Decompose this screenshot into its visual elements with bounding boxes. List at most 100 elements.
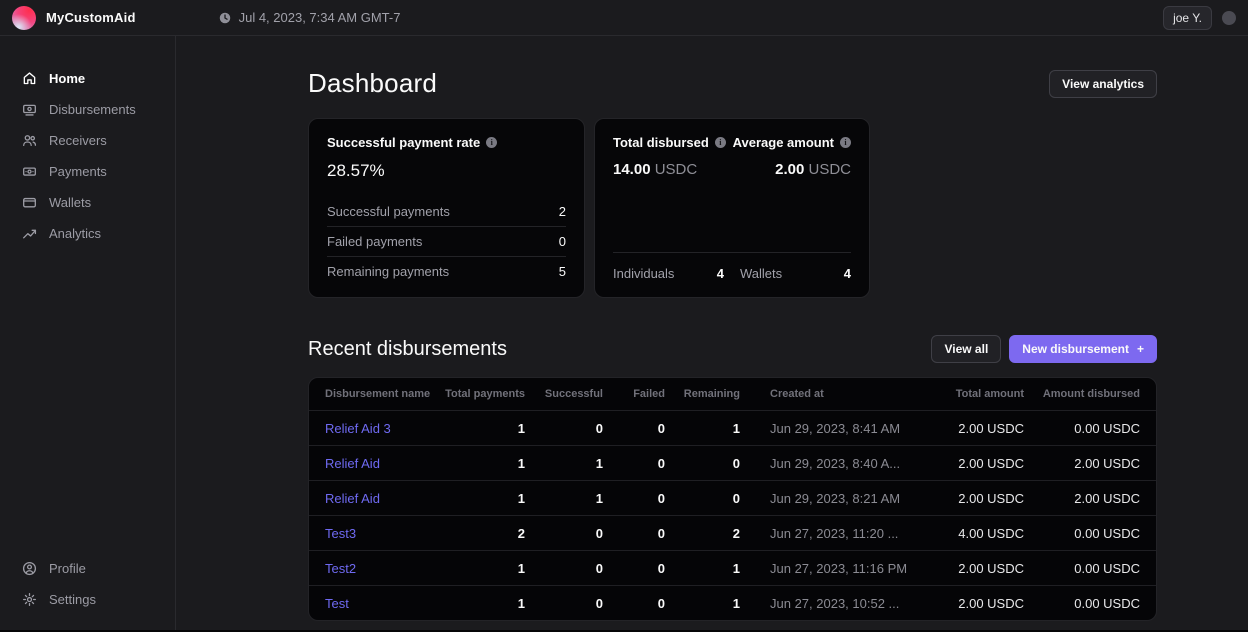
- home-icon: [22, 71, 37, 86]
- column-header-successful: Successful: [525, 388, 603, 400]
- individuals-stat: Individuals 4: [613, 266, 724, 281]
- sidebar-item-payments[interactable]: Payments: [0, 159, 175, 184]
- disbursement-name-link[interactable]: Relief Aid: [325, 491, 445, 506]
- amount-disbursed-cell: 0.00 USDC: [1024, 421, 1140, 436]
- sidebar-item-label: Wallets: [49, 195, 91, 210]
- table-row: Relief Aid 3 1 0 0 1 Jun 29, 2023, 8:41 …: [309, 410, 1156, 445]
- column-header-remaining: Remaining: [665, 388, 740, 400]
- column-header-created-at: Created at: [740, 388, 914, 400]
- disbursements-table: Disbursement name Total payments Success…: [308, 377, 1157, 621]
- total-payments-cell: 1: [445, 456, 525, 471]
- total-disbursed-title: Total disbursed i: [613, 135, 726, 150]
- total-disbursed-currency: USDC: [655, 161, 698, 178]
- sidebar-item-profile[interactable]: Profile: [0, 556, 175, 581]
- sidebar-item-label: Profile: [49, 561, 86, 576]
- user-menu-button[interactable]: joe Y.: [1163, 6, 1212, 30]
- created-at-cell: Jun 27, 2023, 11:16 PM: [740, 561, 914, 576]
- total-payments-cell: 1: [445, 421, 525, 436]
- info-icon[interactable]: i: [715, 137, 726, 148]
- main-content: Dashboard View analytics Successful paym…: [176, 36, 1248, 632]
- average-amount-block: Average amount i 2.00 USDC: [733, 135, 851, 178]
- app-window: MyCustomAid Jul 4, 2023, 7:34 AM GMT-7 j…: [0, 0, 1248, 632]
- sidebar-item-label: Receivers: [49, 133, 107, 148]
- totals-top: Total disbursed i 14.00 USDC Average amo…: [613, 135, 851, 178]
- summary-cards: Successful payment rate i 28.57% Success…: [308, 118, 1157, 298]
- sidebar-item-analytics[interactable]: Analytics: [0, 221, 175, 246]
- successful-cell: 0: [525, 561, 603, 576]
- payment-rate-card: Successful payment rate i 28.57% Success…: [308, 118, 585, 298]
- sidebar-item-label: Settings: [49, 592, 96, 607]
- failed-cell: 0: [603, 491, 665, 506]
- sidebar-item-label: Home: [49, 71, 85, 86]
- table-row: Test3 2 0 0 2 Jun 27, 2023, 11:20 ... 4.…: [309, 515, 1156, 550]
- disbursements-icon: [22, 102, 37, 117]
- total-payments-cell: 1: [445, 596, 525, 611]
- payment-rate-stats: Successful payments 2 Failed payments 0 …: [327, 197, 566, 286]
- column-header-name: Disbursement name: [325, 388, 445, 400]
- table-body: Relief Aid 3 1 0 0 1 Jun 29, 2023, 8:41 …: [309, 410, 1156, 620]
- sidebar-item-disbursements[interactable]: Disbursements: [0, 97, 175, 122]
- sidebar-item-settings[interactable]: Settings: [0, 587, 175, 612]
- average-amount-amount: 2.00: [775, 161, 804, 178]
- stat-label: Remaining payments: [327, 264, 449, 279]
- app-logo-icon: [12, 6, 36, 30]
- wallet-icon: [22, 195, 37, 210]
- stat-value: 4: [844, 266, 851, 281]
- new-disbursement-label: New disbursement: [1022, 342, 1129, 356]
- sidebar-item-label: Payments: [49, 164, 107, 179]
- stat-label: Wallets: [740, 266, 782, 281]
- failed-cell: 0: [603, 526, 665, 541]
- sidebar-item-receivers[interactable]: Receivers: [0, 128, 175, 153]
- payments-icon: [22, 164, 37, 179]
- disbursement-name-link[interactable]: Relief Aid 3: [325, 421, 445, 436]
- average-amount-currency: USDC: [808, 161, 851, 178]
- table-row: Relief Aid 1 1 0 0 Jun 29, 2023, 8:21 AM…: [309, 480, 1156, 515]
- total-disbursed-amount: 14.00: [613, 161, 651, 178]
- remaining-cell: 2: [665, 526, 740, 541]
- disbursement-name-link[interactable]: Test: [325, 596, 445, 611]
- recent-disbursements-actions: View all New disbursement +: [931, 335, 1157, 363]
- remaining-cell: 1: [665, 561, 740, 576]
- failed-cell: 0: [603, 421, 665, 436]
- sidebar-item-label: Analytics: [49, 226, 101, 241]
- failed-cell: 0: [603, 561, 665, 576]
- totals-footer: Individuals 4 Wallets 4: [613, 252, 851, 281]
- recent-disbursements-header: Recent disbursements View all New disbur…: [308, 335, 1157, 363]
- datetime-display: Jul 4, 2023, 7:34 AM GMT-7: [218, 10, 401, 25]
- receivers-icon: [22, 133, 37, 148]
- total-amount-cell: 2.00 USDC: [914, 491, 1024, 506]
- total-amount-cell: 2.00 USDC: [914, 456, 1024, 471]
- payment-rate-value: 28.57%: [327, 161, 566, 181]
- view-all-button[interactable]: View all: [931, 335, 1001, 363]
- disbursement-name-link[interactable]: Relief Aid: [325, 456, 445, 471]
- recent-disbursements-title: Recent disbursements: [308, 338, 507, 361]
- view-analytics-button[interactable]: View analytics: [1049, 70, 1157, 98]
- failed-cell: 0: [603, 596, 665, 611]
- stat-value: 0: [559, 234, 566, 249]
- disbursement-name-link[interactable]: Test3: [325, 526, 445, 541]
- new-disbursement-button[interactable]: New disbursement +: [1009, 335, 1157, 363]
- payment-rate-title-text: Successful payment rate: [327, 135, 480, 150]
- app-name: MyCustomAid: [46, 10, 136, 25]
- successful-cell: 0: [525, 596, 603, 611]
- avatar[interactable]: [1222, 11, 1236, 25]
- stat-label: Successful payments: [327, 204, 450, 219]
- total-amount-cell: 4.00 USDC: [914, 526, 1024, 541]
- sidebar-item-wallets[interactable]: Wallets: [0, 190, 175, 215]
- disbursement-name-link[interactable]: Test2: [325, 561, 445, 576]
- amount-disbursed-cell: 2.00 USDC: [1024, 491, 1140, 506]
- totals-card: Total disbursed i 14.00 USDC Average amo…: [594, 118, 870, 298]
- created-at-cell: Jun 27, 2023, 11:20 ...: [740, 526, 914, 541]
- sidebar-item-home[interactable]: Home: [0, 66, 175, 91]
- table-row: Test 1 0 0 1 Jun 27, 2023, 10:52 ... 2.0…: [309, 585, 1156, 620]
- info-icon[interactable]: i: [486, 137, 497, 148]
- info-icon[interactable]: i: [840, 137, 851, 148]
- page-title: Dashboard: [308, 68, 437, 99]
- column-header-total-amount: Total amount: [914, 388, 1024, 400]
- average-amount-value: 2.00 USDC: [733, 161, 851, 178]
- payment-rate-title: Successful payment rate i: [327, 135, 566, 150]
- stat-label: Failed payments: [327, 234, 422, 249]
- column-header-failed: Failed: [603, 388, 665, 400]
- stat-row-successful: Successful payments 2: [327, 197, 566, 226]
- total-disbursed-title-text: Total disbursed: [613, 135, 709, 150]
